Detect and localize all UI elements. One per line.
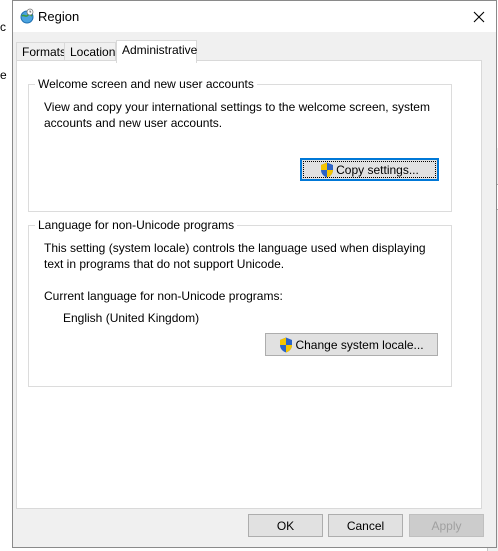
non-unicode-group: Language for non-Unicode programs This s… — [28, 218, 452, 387]
tab-administrative[interactable]: Administrative — [116, 40, 197, 63]
current-language-label: Current language for non-Unicode program… — [44, 289, 283, 303]
current-language-value: English (United Kingdom) — [63, 311, 200, 325]
copy-settings-button[interactable]: Copy settings... — [300, 158, 439, 181]
welcome-description-line1: View and copy your international setting… — [44, 100, 430, 114]
locale-description-line1: This setting (system locale) controls th… — [44, 241, 426, 255]
title-bar[interactable]: Region — [13, 1, 496, 32]
window-title: Region — [38, 9, 80, 24]
non-unicode-group-title: Language for non-Unicode programs — [35, 218, 238, 232]
globe-clock-icon — [20, 8, 34, 24]
background-text-fragment: c — [0, 20, 6, 34]
uac-shield-icon — [280, 337, 293, 352]
close-button[interactable] — [462, 1, 496, 32]
welcome-group: Welcome screen and new user accounts Vie… — [28, 77, 452, 212]
apply-button[interactable]: Apply — [409, 514, 484, 537]
dialog-client-area: Formats Location Administrative Welcome … — [13, 32, 496, 547]
tab-formats[interactable]: Formats — [16, 42, 66, 61]
administrative-panel: Welcome screen and new user accounts Vie… — [16, 60, 482, 509]
close-icon — [473, 11, 485, 22]
background-window-left — [0, 60, 12, 551]
tab-location[interactable]: Location — [64, 42, 116, 61]
background-text-fragment: e — [0, 68, 7, 82]
ok-button[interactable]: OK — [248, 514, 323, 537]
region-dialog: Region Formats Location Administrative W… — [12, 0, 497, 548]
change-system-locale-label: Change system locale... — [295, 337, 424, 352]
change-system-locale-button[interactable]: Change system locale... — [265, 333, 438, 356]
cancel-button[interactable]: Cancel — [328, 514, 403, 537]
welcome-group-title: Welcome screen and new user accounts — [35, 77, 257, 91]
locale-description-line2: text in programs that do not support Uni… — [44, 257, 285, 271]
welcome-description-line2: accounts and new user accounts. — [44, 116, 223, 130]
